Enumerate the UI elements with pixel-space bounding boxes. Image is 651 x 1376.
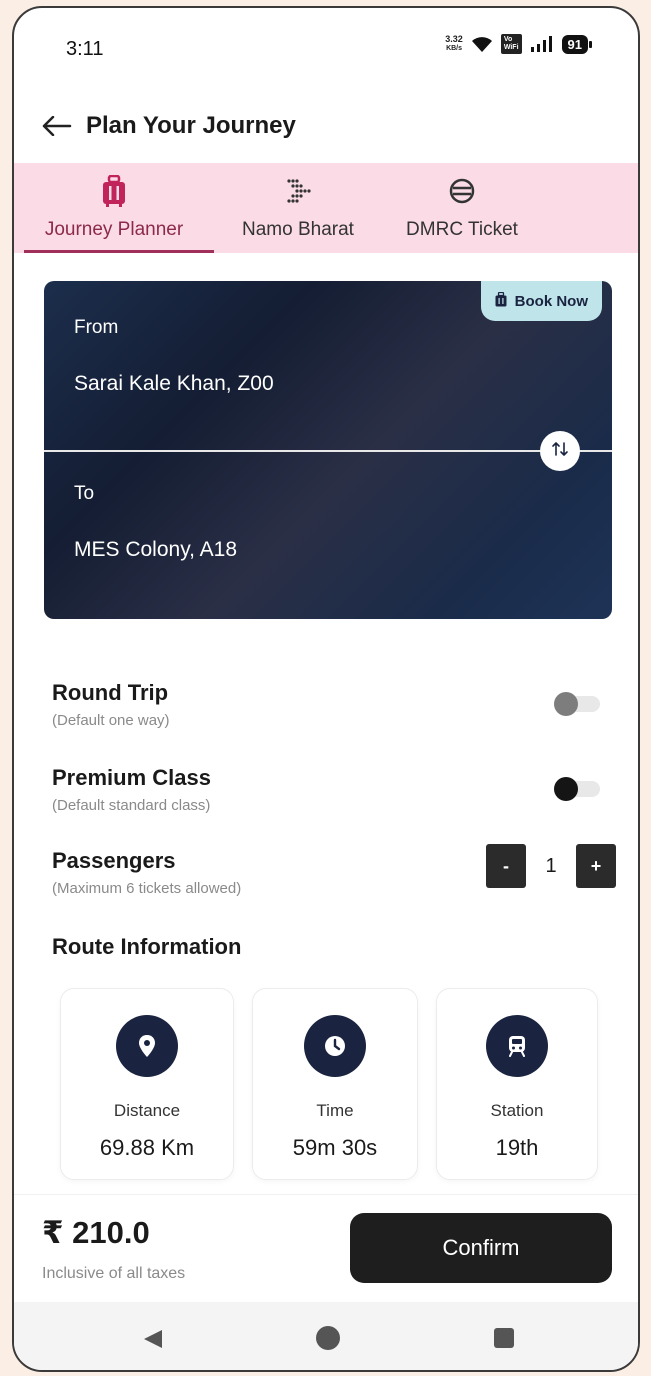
page-title: Plan Your Journey: [86, 112, 296, 139]
premium-class-title: Premium Class: [52, 765, 211, 790]
clock-icon: [304, 1015, 366, 1077]
dmrc-logo-icon: [448, 173, 476, 209]
book-now-label: Book Now: [514, 292, 588, 310]
premium-class-subtitle: (Default standard class): [52, 797, 211, 814]
card-divider: [44, 450, 612, 452]
nav-home-icon[interactable]: [316, 1326, 340, 1350]
nav-recent-apps-icon[interactable]: [494, 1328, 514, 1348]
route-information-title: Route Information: [52, 934, 242, 959]
price-note: Inclusive of all taxes: [42, 1265, 186, 1282]
route-card-label: Distance: [113, 1101, 181, 1120]
route-card-value: 69.88 Km: [99, 1135, 195, 1160]
train-icon: [486, 1015, 548, 1077]
arrow-left-icon[interactable]: [40, 109, 74, 143]
route-card-time: Time 59m 30s: [252, 988, 418, 1180]
journey-card: Book Now From Sarai Kale Khan, Z00 To ME…: [44, 281, 612, 619]
checkout-bar: ₹ 210.0 Inclusive of all taxes Confirm: [14, 1194, 638, 1302]
to-station-field[interactable]: MES Colony, A18: [74, 538, 237, 562]
namo-bharat-logo-icon: [283, 173, 313, 209]
decrement-button[interactable]: -: [486, 844, 526, 888]
swap-vertical-icon: [551, 441, 569, 462]
route-card-value: 59m 30s: [292, 1135, 378, 1160]
route-card-station: Station 19th: [436, 988, 598, 1180]
confirm-button[interactable]: Confirm: [350, 1213, 612, 1283]
network-speed-unit: KB/s: [446, 45, 463, 52]
swap-stations-button[interactable]: [540, 431, 580, 471]
premium-class-toggle[interactable]: [554, 777, 602, 801]
round-trip-option: Round Trip (Default one way): [52, 680, 612, 729]
from-label: From: [74, 317, 119, 338]
tab-bar: Journey Planner Namo Bharat DMRC Ticket: [14, 163, 638, 253]
premium-class-option: Premium Class (Default standard class): [52, 765, 612, 814]
tab-label: Namo Bharat: [242, 219, 354, 240]
route-card-label: Station: [490, 1101, 544, 1120]
luggage-icon: [102, 173, 126, 209]
luggage-icon: [495, 291, 507, 311]
passenger-count: 1: [545, 854, 557, 877]
wifi-icon: [471, 35, 493, 53]
passenger-stepper: - 1 +: [486, 844, 616, 888]
round-trip-toggle[interactable]: [554, 692, 602, 716]
vowifi-bottom: WiFi: [503, 44, 519, 51]
signal-icon: [530, 36, 554, 52]
round-trip-subtitle: (Default one way): [52, 712, 170, 729]
battery-icon: 91: [561, 34, 593, 54]
tab-journey-planner[interactable]: Journey Planner: [14, 163, 214, 253]
tab-namo-bharat[interactable]: Namo Bharat: [214, 163, 382, 253]
vowifi-badge: Vo WiFi: [500, 34, 522, 54]
passengers-option: Passengers (Maximum 6 tickets allowed) -…: [52, 844, 616, 897]
phone-frame: 3:11 3.32 KB/s Vo WiFi 91 Plan Your Jour…: [12, 6, 640, 1372]
to-label: To: [74, 483, 95, 504]
route-card-label: Time: [316, 1101, 354, 1120]
status-time: 3:11: [66, 38, 104, 60]
total-price: ₹ 210.0: [42, 1215, 150, 1250]
book-now-button[interactable]: Book Now: [480, 281, 602, 321]
tab-label: Journey Planner: [44, 219, 184, 240]
from-station-field[interactable]: Sarai Kale Khan, Z00: [74, 372, 274, 396]
route-card-value: 19th: [495, 1135, 539, 1160]
toggle-knob: [554, 692, 578, 716]
status-bar: 3:11 3.32 KB/s Vo WiFi 91: [14, 8, 638, 88]
network-speed: 3.32 KB/s: [445, 35, 463, 53]
increment-button[interactable]: +: [576, 844, 616, 888]
nav-back-icon[interactable]: [142, 1328, 164, 1355]
route-card-distance: Distance 69.88 Km: [60, 988, 234, 1180]
network-speed-value: 3.32: [445, 34, 463, 44]
round-trip-title: Round Trip: [52, 680, 169, 705]
location-pin-icon: [116, 1015, 178, 1077]
toggle-knob: [554, 777, 578, 801]
status-icons: 3.32 KB/s Vo WiFi 91: [445, 34, 593, 54]
tab-dmrc-ticket[interactable]: DMRC Ticket: [382, 163, 542, 253]
vowifi-top: Vo: [503, 36, 513, 43]
system-nav-bar: [14, 1302, 638, 1370]
app-header: Plan Your Journey: [14, 96, 638, 156]
tab-label: DMRC Ticket: [406, 219, 518, 240]
